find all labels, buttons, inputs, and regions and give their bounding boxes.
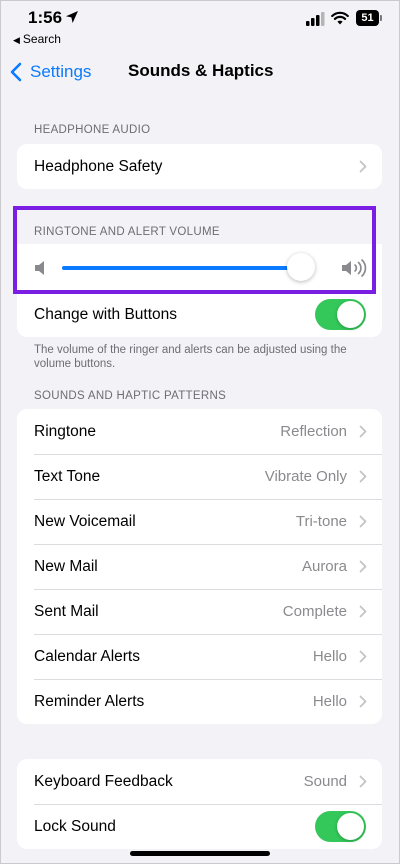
keyboard-feedback-row[interactable]: Keyboard Feedback Sound xyxy=(17,759,382,804)
highlight-box xyxy=(13,206,376,294)
sounds-patterns-group: Ringtone Reflection Text Tone Vibrate Only N… xyxy=(17,409,382,724)
section-header-sounds-patterns: SOUNDS AND HAPTIC PATTERNS xyxy=(34,390,227,402)
battery-indicator: 51 xyxy=(356,10,383,26)
row-value: Reflection xyxy=(280,423,347,440)
row-label: Sent Mail xyxy=(34,602,99,620)
row-value: Vibrate Only xyxy=(264,468,347,485)
chevron-right-icon xyxy=(359,650,367,663)
row-value: Tri-tone xyxy=(295,513,347,530)
row-label: Text Tone xyxy=(34,467,101,485)
cellular-signal-icon xyxy=(306,12,325,26)
new-mail-row[interactable]: New Mail Aurora xyxy=(17,544,382,589)
chevron-left-icon xyxy=(10,62,22,82)
status-time-text: 1:56 xyxy=(28,8,63,27)
row-label: Keyboard Feedback xyxy=(34,772,173,790)
chevron-right-icon xyxy=(359,470,367,483)
change-with-buttons-inner: Change with Buttons xyxy=(17,292,382,337)
page-title: Sounds & Haptics xyxy=(128,61,274,80)
new-voicemail-row[interactable]: New Voicemail Tri-tone xyxy=(17,499,382,544)
row-value: Hello xyxy=(312,648,347,665)
location-arrow-icon xyxy=(66,11,79,23)
chevron-right-icon xyxy=(359,425,367,438)
back-button[interactable]: Settings xyxy=(10,60,91,84)
back-button-label: Settings xyxy=(30,62,92,81)
chevron-right-icon xyxy=(359,695,367,708)
chevron-right-icon xyxy=(359,605,367,618)
row-label: New Voicemail xyxy=(34,512,136,530)
row-value: Aurora xyxy=(301,558,347,575)
status-time: 1:56 xyxy=(28,8,79,28)
sent-mail-row[interactable]: Sent Mail Complete xyxy=(17,589,382,634)
row-label: Calendar Alerts xyxy=(34,647,140,665)
chevron-right-icon xyxy=(359,775,367,788)
volume-footnote: The volume of the ringer and alerts can … xyxy=(34,344,347,370)
toggle-knob xyxy=(337,813,364,840)
battery-nub xyxy=(380,15,382,21)
home-indicator[interactable] xyxy=(130,851,270,856)
change-with-buttons-row[interactable]: Change with Buttons xyxy=(17,292,382,337)
calendar-alerts-row[interactable]: Calendar Alerts Hello xyxy=(17,634,382,679)
wifi-icon xyxy=(331,11,349,25)
change-with-buttons-toggle[interactable] xyxy=(315,299,366,330)
chevron-right-icon xyxy=(359,515,367,528)
row-label: Headphone Safety xyxy=(34,157,163,175)
row-value: Sound xyxy=(303,773,347,790)
row-label: Ringtone xyxy=(34,422,97,440)
row-label: Change with Buttons xyxy=(34,305,178,323)
row-label: New Mail xyxy=(34,557,98,575)
reminder-alerts-row[interactable]: Reminder Alerts Hello xyxy=(17,679,382,724)
section-header-headphone-audio: HEADPHONE AUDIO xyxy=(34,124,151,136)
headphone-audio-group: Headphone Safety xyxy=(17,144,382,189)
chevron-right-icon xyxy=(359,560,367,573)
back-triangle-icon: ◀ xyxy=(13,35,20,45)
row-label: Lock Sound xyxy=(34,817,116,835)
toggle-knob xyxy=(337,301,364,328)
headphone-safety-row[interactable]: Headphone Safety xyxy=(17,144,382,189)
lock-sound-row: Lock Sound xyxy=(17,804,382,849)
chevron-right-icon xyxy=(359,160,367,173)
row-value: Complete xyxy=(282,603,347,620)
back-to-search-link[interactable]: ◀ Search xyxy=(13,32,61,46)
battery-level: 51 xyxy=(356,10,379,26)
ringtone-row[interactable]: Ringtone Reflection xyxy=(17,409,382,454)
back-app-label: Search xyxy=(22,32,61,46)
text-tone-row[interactable]: Text Tone Vibrate Only xyxy=(17,454,382,499)
row-value: Hello xyxy=(312,693,347,710)
feedback-group: Keyboard Feedback Sound Lock Sound xyxy=(17,759,382,849)
lock-sound-toggle[interactable] xyxy=(315,811,366,842)
row-label: Reminder Alerts xyxy=(34,692,145,710)
